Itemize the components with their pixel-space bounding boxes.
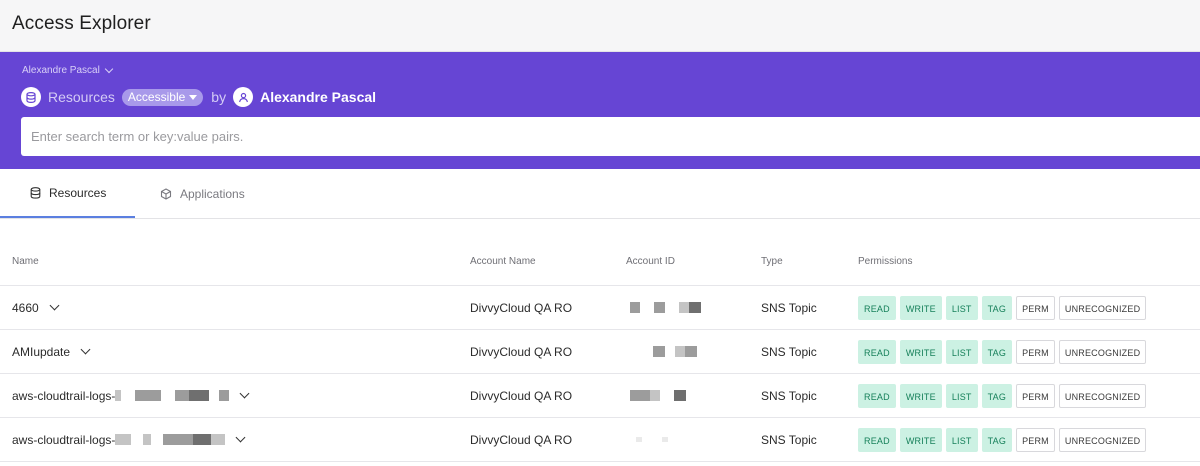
chevron-down-icon [104, 64, 114, 74]
tab-applications[interactable]: Applications [160, 169, 245, 219]
query-connector: by [211, 89, 227, 105]
chevron-down-icon[interactable] [239, 388, 250, 399]
top-bar: Access Explorer [0, 0, 1200, 52]
chevron-down-icon[interactable] [49, 300, 60, 311]
permission-badge: WRITE [899, 295, 942, 320]
resource-name-cell: AMIupdate [12, 330, 91, 373]
column-header-account-id[interactable]: Account ID [626, 256, 675, 267]
page-title: Access Explorer [12, 13, 151, 34]
permission-badge: PERM [1016, 427, 1055, 452]
tab-label: Resources [49, 185, 107, 200]
column-header-name[interactable]: Name [12, 256, 39, 267]
table-row[interactable]: aws-cloudtrail-logs- DivvyCloud QA RO SN… [0, 418, 1200, 462]
permission-badge: LIST [945, 295, 978, 320]
column-header-permissions: Permissions [858, 256, 913, 267]
account-name: DivvyCloud QA RO [470, 432, 573, 447]
accessible-filter-dropdown[interactable]: Accessible [121, 88, 204, 106]
query-header: Alexandre Pascal Resources Accessible by… [0, 52, 1200, 169]
permission-badge: UNRECOGNIZED [1058, 383, 1147, 408]
resource-name[interactable]: 4660 [12, 301, 39, 315]
permission-badge: READ [858, 427, 896, 452]
account-id-redacted [626, 330, 697, 373]
column-header-type[interactable]: Type [761, 256, 783, 267]
permission-badge: TAG [981, 383, 1013, 408]
permission-badge: LIST [945, 383, 978, 408]
resource-name-redacted [115, 434, 226, 445]
permission-badge: TAG [981, 339, 1013, 364]
table-row[interactable]: 4660 DivvyCloud QA RO SNS Topic READ WRI… [0, 286, 1200, 330]
chevron-down-icon[interactable] [80, 344, 91, 355]
table-row[interactable]: aws-cloudtrail-logs- DivvyCloud QA RO SN… [0, 374, 1200, 418]
resource-name-cell: aws-cloudtrail-logs- [12, 418, 246, 461]
permission-badge: WRITE [899, 339, 942, 364]
account-name: DivvyCloud QA RO [470, 388, 573, 403]
resource-name-cell: 4660 [12, 286, 60, 329]
permission-badge: LIST [945, 427, 978, 452]
chevron-down-icon[interactable] [235, 432, 246, 443]
cube-icon [160, 188, 172, 200]
permission-badge: TAG [981, 427, 1013, 452]
user-icon [233, 87, 254, 107]
resource-type: SNS Topic [761, 432, 817, 447]
table-row[interactable]: AMIupdate DivvyCloud QA RO SNS Topic REA… [0, 330, 1200, 374]
resource-type: SNS Topic [761, 388, 817, 403]
search-input[interactable] [21, 117, 1200, 156]
permission-badge: PERM [1016, 383, 1055, 408]
resource-name[interactable]: AMIupdate [12, 345, 70, 359]
table-header: Name Account Name Account ID Type Permis… [0, 240, 1200, 286]
database-icon [30, 186, 41, 199]
column-header-account-name[interactable]: Account Name [470, 256, 536, 267]
permission-badge: READ [858, 295, 896, 320]
tab-label: Applications [180, 187, 245, 201]
account-name: DivvyCloud QA RO [470, 300, 573, 315]
filter-label: Accessible [127, 89, 186, 104]
permission-badge: PERM [1016, 339, 1055, 364]
permissions-cell: READ WRITE LIST TAG PERM UNRECOGNIZED [858, 286, 1147, 329]
query-builder: Resources Accessible by Alexandre Pascal [21, 86, 376, 108]
permission-badge: UNRECOGNIZED [1058, 295, 1147, 320]
resource-type: SNS Topic [761, 300, 817, 315]
resource-name[interactable]: aws-cloudtrail-logs- [12, 433, 115, 447]
permission-badge: TAG [981, 295, 1013, 320]
account-id-redacted [626, 286, 701, 329]
account-id-redacted [626, 374, 686, 417]
permissions-cell: READ WRITE LIST TAG PERM UNRECOGNIZED [858, 330, 1147, 373]
tab-bar: Resources Applications [0, 169, 1200, 219]
resource-name-cell: aws-cloudtrail-logs- [12, 374, 250, 417]
permission-badge: PERM [1016, 295, 1055, 320]
resource-name-redacted [115, 390, 230, 401]
resource-name[interactable]: aws-cloudtrail-logs- [12, 389, 115, 403]
permission-badge: UNRECOGNIZED [1058, 427, 1147, 452]
permissions-cell: READ WRITE LIST TAG PERM UNRECOGNIZED [858, 418, 1147, 461]
permission-badge: WRITE [899, 427, 942, 452]
user-switcher[interactable]: Alexandre Pascal [22, 64, 114, 76]
permission-badge: READ [858, 339, 896, 364]
resources-table: Name Account Name Account ID Type Permis… [0, 240, 1200, 462]
permissions-cell: READ WRITE LIST TAG PERM UNRECOGNIZED [858, 374, 1147, 417]
query-subject[interactable]: Resources [48, 89, 115, 105]
user-switcher-label: Alexandre Pascal [22, 65, 100, 76]
account-id-redacted [626, 418, 668, 461]
database-icon [21, 87, 41, 107]
permission-badge: LIST [945, 339, 978, 364]
permission-badge: WRITE [899, 383, 942, 408]
query-user[interactable]: Alexandre Pascal [260, 89, 376, 105]
permission-badge: READ [858, 383, 896, 408]
permission-badge: UNRECOGNIZED [1058, 339, 1147, 364]
account-name: DivvyCloud QA RO [470, 344, 573, 359]
resource-type: SNS Topic [761, 344, 817, 359]
caret-down-icon [189, 94, 198, 100]
tab-resources[interactable]: Resources [0, 169, 135, 218]
